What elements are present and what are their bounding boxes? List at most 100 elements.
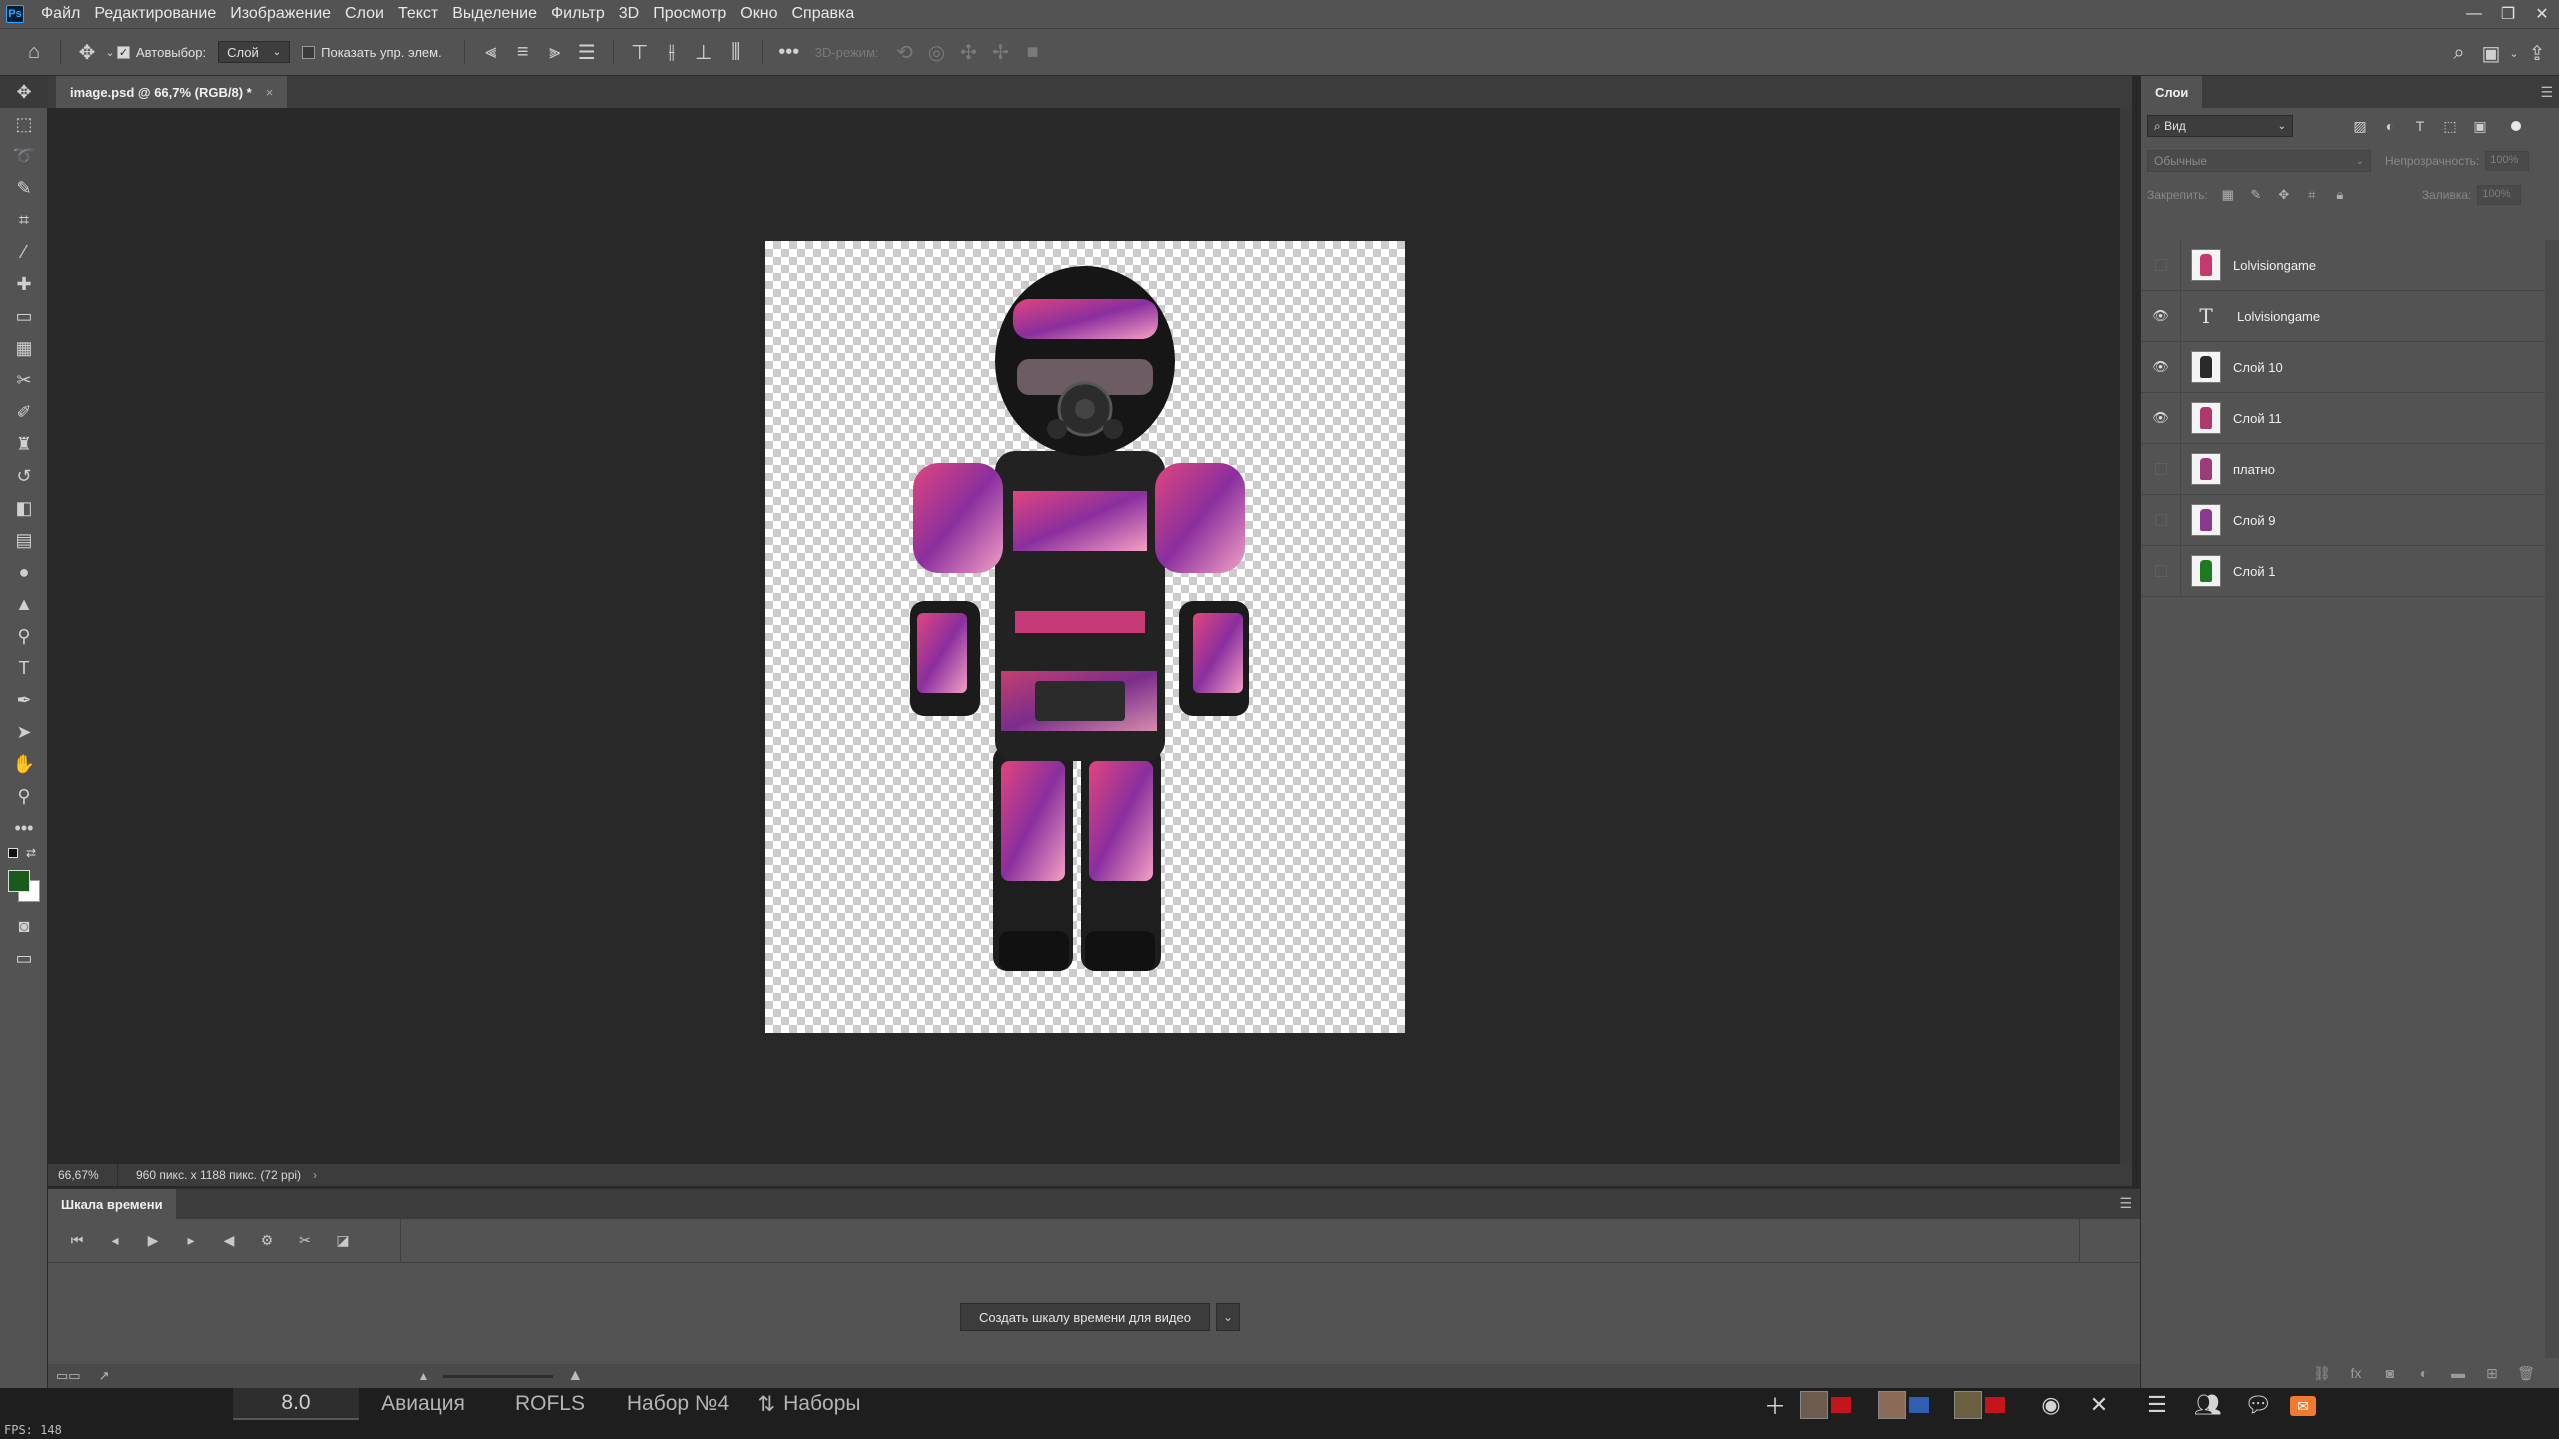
quick-select-tool-icon[interactable]: ✎ [0, 172, 48, 204]
adjustment-filter-icon[interactable]: ◐ [2375, 118, 2405, 135]
edit-toolbar-icon[interactable]: ••• [0, 812, 48, 844]
timeline-tab[interactable]: Шкала времени [48, 1189, 176, 1219]
transition-icon[interactable]: ◪ [324, 1226, 362, 1256]
opacity-input[interactable]: 100% [2485, 151, 2530, 171]
layer-filter-dropdown[interactable]: ⌕ Вид ⌄ [2147, 115, 2293, 137]
eye-icon[interactable]: 👁︎ [2141, 341, 2181, 393]
more-options-icon[interactable]: ••• [773, 36, 805, 68]
move-tool-icon[interactable]: ✥ [0, 76, 48, 108]
delete-layer-trash-icon[interactable]: 🗑︎ [2509, 1365, 2543, 1382]
healing-brush-tool-icon[interactable]: ▭ [0, 300, 48, 332]
brush-tool-icon[interactable]: ✐ [0, 396, 48, 428]
new-layer-icon[interactable]: ⊞ [2475, 1365, 2509, 1382]
close-tab-icon[interactable]: × [266, 85, 274, 100]
content-aware-move-icon[interactable]: ✂ [0, 364, 48, 396]
align-right-icon[interactable]: ⫸ [539, 36, 571, 68]
clone-stamp-tool-icon[interactable]: ♜ [0, 428, 48, 460]
lock-image-pixels-icon[interactable]: ✎ [2242, 187, 2270, 203]
distribute-v-icon[interactable]: ⫼ [720, 36, 752, 68]
document-canvas[interactable] [765, 241, 1405, 1033]
hand-tool-icon[interactable]: ✋ [0, 748, 48, 780]
home-icon[interactable]: ⌂ [18, 36, 50, 68]
type-tool-icon[interactable]: T [0, 652, 48, 684]
minimize-icon[interactable]: — [2457, 0, 2491, 28]
list-icon[interactable]: ☰ [2142, 1390, 2172, 1420]
blur-tool-icon[interactable]: ● [0, 556, 48, 588]
tab-layers[interactable]: Слои [2141, 76, 2203, 108]
game-tab-aviation[interactable]: Авиация [370, 1388, 476, 1420]
eye-icon[interactable]: 👁︎ [2141, 290, 2181, 342]
create-video-timeline-button[interactable]: Создать шкалу времени для видео [960, 1303, 1210, 1331]
eraser-tool-icon[interactable]: ◧ [0, 492, 48, 524]
history-brush-tool-icon[interactable]: ↺ [0, 460, 48, 492]
vertical-scrollbar[interactable] [2120, 108, 2132, 1164]
chevron-down-icon[interactable]: ⌄ [2507, 37, 2521, 69]
spot-healing-tool-icon[interactable]: ✚ [0, 268, 48, 300]
game-tab-rofls[interactable]: ROFLS [500, 1388, 600, 1420]
lock-all-icon[interactable]: 🔒︎ [2326, 187, 2354, 203]
menu-3d[interactable]: 3D [612, 0, 646, 28]
visibility-toggle[interactable] [2141, 494, 2181, 546]
menu-help[interactable]: Справка [784, 0, 861, 28]
menu-window[interactable]: Окно [733, 0, 784, 28]
dodge-tool-icon[interactable]: ⚲ [0, 620, 48, 652]
crew-thumbnail-2[interactable] [1878, 1390, 1948, 1420]
panel-menu-icon[interactable]: ☰ [2540, 84, 2553, 101]
canvas-area[interactable] [48, 108, 2120, 1164]
lock-artboard-icon[interactable]: ⌗ [2298, 187, 2326, 203]
layer-row[interactable]: платно [2141, 443, 2545, 495]
play-icon[interactable]: ▶ [134, 1226, 172, 1256]
game-tab-sets[interactable]: ⇅ Наборы [754, 1388, 864, 1420]
search-icon[interactable]: ⌕ [2443, 37, 2475, 69]
crew-thumbnail-3[interactable] [1954, 1390, 2024, 1420]
settings-gear-icon[interactable]: ⚙ [248, 1226, 286, 1256]
new-adjustment-layer-icon[interactable]: ◐ [2407, 1365, 2441, 1381]
chat-icon[interactable]: 💬︎ [2240, 1390, 2276, 1420]
share-icon[interactable]: ⇪ [2521, 37, 2553, 69]
next-frame-icon[interactable]: ▸ [172, 1226, 210, 1256]
zoom-in-mountain-icon[interactable]: ▲ [567, 1367, 583, 1385]
crew-thumbnail-1[interactable] [1800, 1390, 1870, 1420]
quick-mask-icon[interactable]: ◙ [0, 910, 48, 942]
previous-frame-icon[interactable]: ◂ [96, 1226, 134, 1256]
marquee-tool-icon[interactable]: ⬚ [0, 108, 48, 140]
add-mask-icon[interactable]: ◙ [2373, 1365, 2407, 1381]
type-filter-icon[interactable]: T [2405, 118, 2435, 135]
lock-position-icon[interactable]: ✥ [2270, 187, 2298, 203]
zoom-out-mountain-icon[interactable]: ▲ [417, 1369, 429, 1383]
convert-frames-icon[interactable]: ▭▭ [56, 1368, 81, 1384]
path-select-tool-icon[interactable]: ➤ [0, 716, 48, 748]
filter-toggle[interactable] [2511, 121, 2521, 131]
align-top-icon[interactable]: ⊤ [624, 36, 656, 68]
menu-image[interactable]: Изображение [223, 0, 338, 28]
add-icon[interactable]: ＋ [1760, 1390, 1790, 1420]
split-scissors-icon[interactable]: ✂ [286, 1226, 324, 1256]
layer-row[interactable]: Слой 9 [2141, 494, 2545, 546]
crop-tool-icon[interactable]: ⌗ [0, 204, 48, 236]
distribute-h-icon[interactable]: ☰ [571, 36, 603, 68]
new-group-folder-icon[interactable]: ▬ [2441, 1365, 2475, 1381]
lasso-tool-icon[interactable]: ➰ [0, 140, 48, 172]
align-bottom-icon[interactable]: ⊥ [688, 36, 720, 68]
timeline-zoom-slider[interactable] [443, 1374, 554, 1378]
game-tab-8-0[interactable]: 8.0 [233, 1388, 359, 1420]
shape-filter-icon[interactable]: ⬚ [2435, 118, 2465, 135]
align-center-h-icon[interactable]: ≡ [507, 36, 539, 68]
sharpen-tool-icon[interactable]: ▲ [0, 588, 48, 620]
menu-type[interactable]: Текст [391, 0, 445, 28]
menu-layers[interactable]: Слои [338, 0, 391, 28]
pixel-filter-icon[interactable]: ▨ [2345, 118, 2375, 135]
layer-row[interactable]: Lolvisiongame [2141, 239, 2545, 291]
layer-row[interactable]: Слой 1 [2141, 545, 2545, 597]
mail-icon[interactable]: ✉ [2290, 1396, 2316, 1416]
smart-object-filter-icon[interactable]: ▣ [2465, 118, 2495, 135]
chevron-down-icon[interactable]: ⌄ [103, 36, 117, 68]
panel-menu-icon[interactable]: ☰ [2119, 1195, 2132, 1212]
zoom-level[interactable]: 66,67% [48, 1164, 118, 1186]
layer-style-fx-icon[interactable]: fx [2339, 1365, 2373, 1381]
layer-row[interactable]: 👁︎ Слой 11 [2141, 392, 2545, 444]
friends-icon[interactable]: 👥︎ [2190, 1390, 2226, 1420]
patch-tool-icon[interactable]: ▦ [0, 332, 48, 364]
screen-mode-icon[interactable]: ▭ [0, 942, 48, 974]
status-info-arrow[interactable]: › [313, 1168, 317, 1182]
